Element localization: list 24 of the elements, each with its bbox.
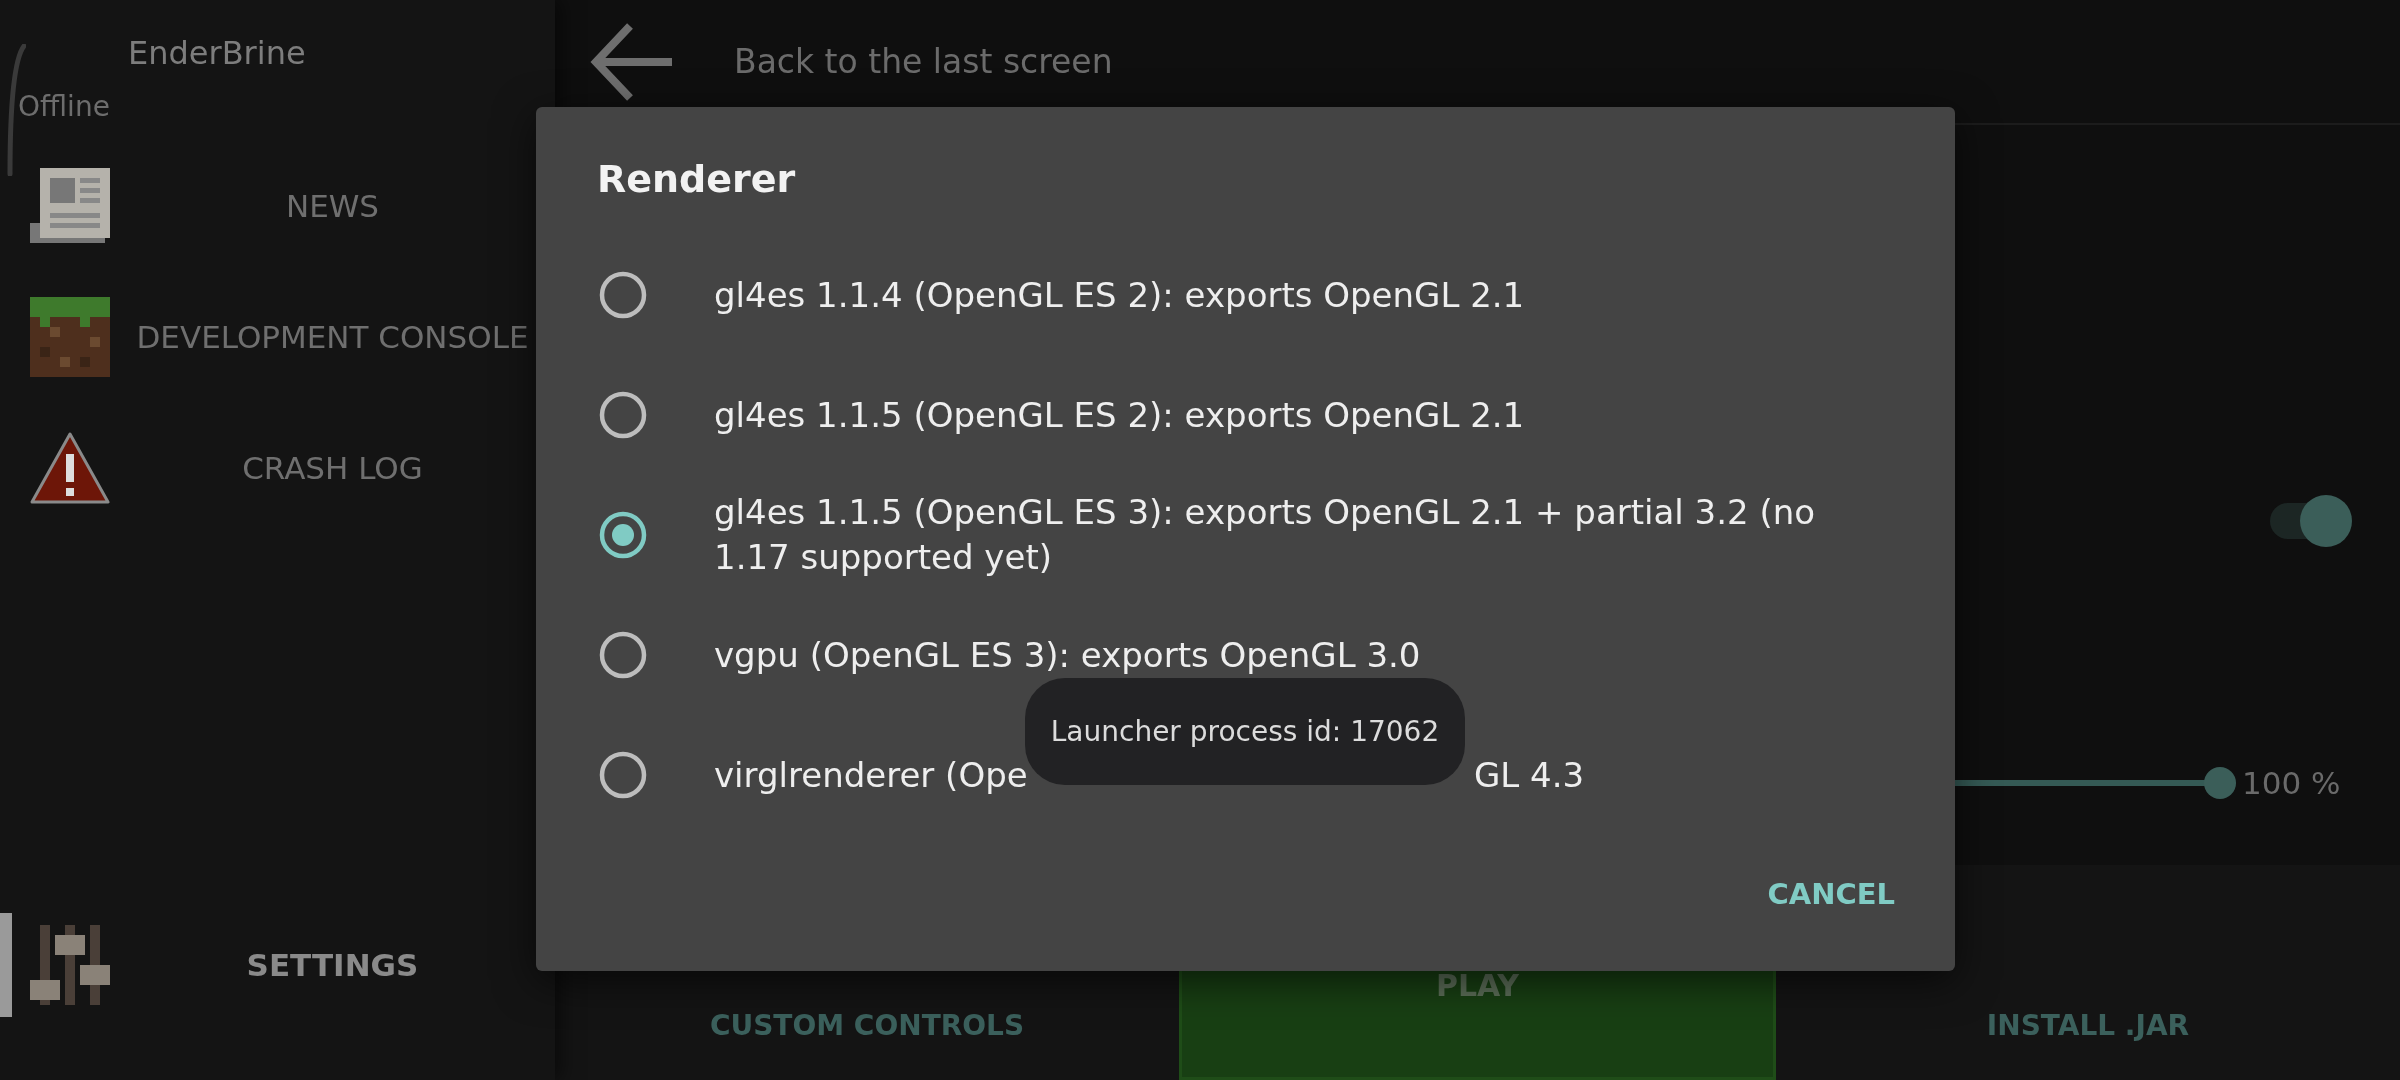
option-label[interactable]: gl4es 1.1.5 (OpenGL ES 3): exports OpenGL 2.1 + partial 3.2 (no 1.17 supported yet)	[714, 490, 1895, 580]
back-arrow-icon[interactable]	[590, 21, 674, 102]
option-label[interactable]: vgpu (OpenGL ES 3): exports OpenGL 3.0	[714, 632, 1421, 678]
radio-button[interactable]	[597, 269, 649, 321]
process-id-toast: Launcher process id: 17062	[1025, 678, 1465, 785]
screen-title: Back to the last screen	[734, 42, 1113, 81]
grass-block-icon	[30, 296, 110, 377]
slider-value: 100 %	[2242, 765, 2341, 801]
account-name: EnderBrine	[128, 34, 307, 72]
option-label[interactable]: gl4es 1.1.4 (OpenGL ES 2): exports OpenGL 2.1	[714, 272, 1525, 318]
radio-button[interactable]	[597, 629, 649, 681]
toggle-switch[interactable]	[2268, 495, 2352, 547]
slider-thumb[interactable]	[2204, 767, 2236, 799]
radio-button[interactable]	[597, 509, 649, 561]
warning-icon	[30, 431, 110, 504]
option-label-end[interactable]: GL 4.3	[1474, 752, 1585, 798]
option-label[interactable]: virglrenderer (Ope	[714, 752, 1028, 798]
account-status: Offline	[18, 90, 111, 123]
radio-button[interactable]	[597, 389, 649, 441]
sliders-icon	[30, 924, 110, 1005]
radio-button[interactable]	[597, 749, 649, 801]
newspaper-icon	[30, 168, 110, 243]
option-label[interactable]: gl4es 1.1.5 (OpenGL ES 2): exports OpenGL 2.1	[714, 392, 1525, 438]
dialog-title: Renderer	[597, 157, 797, 201]
